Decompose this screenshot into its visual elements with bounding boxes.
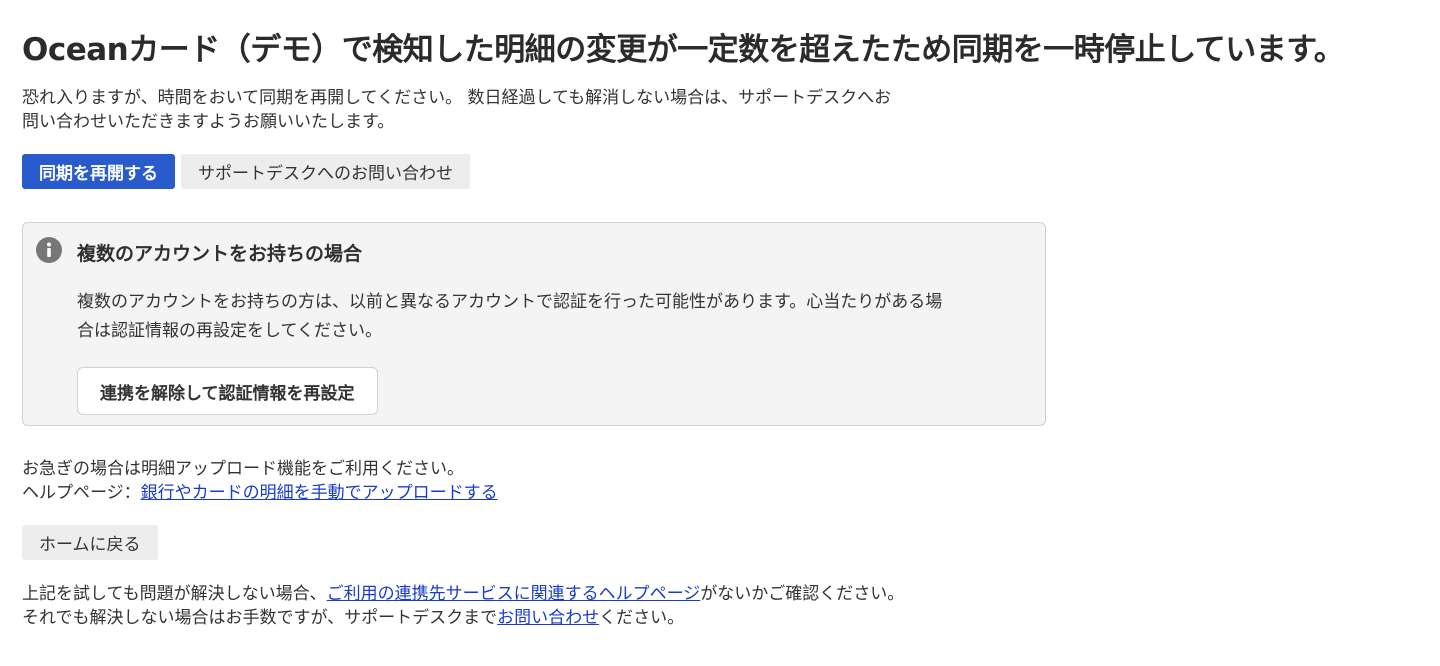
multiple-accounts-callout: 複数のアカウントをお持ちの場合 複数のアカウントをお持ちの方は、以前と異なるアカ… xyxy=(22,222,1046,426)
back-home-button[interactable]: ホームに戻る xyxy=(22,525,158,560)
info-icon xyxy=(36,237,62,263)
urgent-note-line: お急ぎの場合は明細アップロード機能をご利用ください。 xyxy=(22,459,464,479)
urgent-upload-note: お急ぎの場合は明細アップロード機能をご利用ください。 ヘルプページ：銀行やカード… xyxy=(22,457,498,505)
primary-actions: 同期を再開する サポートデスクへのお問い合わせ xyxy=(22,154,470,189)
manual-upload-help-link[interactable]: 銀行やカードの明細を手動でアップロードする xyxy=(141,483,498,503)
footer-line2-prefix: それでも解決しない場合はお手数ですが、サポートデスクまで xyxy=(22,608,498,628)
page-title: Oceanカード（デモ）で検知した明細の変更が一定数を超えたため同期を一時停止し… xyxy=(22,32,1345,68)
contact-support-button[interactable]: サポートデスクへのお問い合わせ xyxy=(181,154,470,189)
footer-line1-prefix: 上記を試しても問題が解決しない場合、 xyxy=(22,584,327,604)
footer-line1-suffix: がないかご確認ください。 xyxy=(700,584,905,604)
help-page-line: ヘルプページ：銀行やカードの明細を手動でアップロードする xyxy=(22,481,498,505)
lead-message: 恐れ入りますが、時間をおいて同期を再開してください。 数日経過しても解消しない場… xyxy=(22,86,982,134)
callout-body: 複数のアカウントをお持ちの方は、以前と異なるアカウントで認証を行った可能性があり… xyxy=(77,288,1037,346)
callout-body-line: 合は認証情報の再設定をしてください。 xyxy=(77,321,382,341)
service-help-link[interactable]: ご利用の連携先サービスに関連するヘルプページ xyxy=(327,584,701,604)
lead-message-line: 恐れ入りますが、時間をおいて同期を再開してください。 数日経過しても解消しない場… xyxy=(22,88,892,108)
footer-line: 上記を試しても問題が解決しない場合、ご利用の連携先サービスに関連するヘルプページ… xyxy=(22,582,904,606)
reset-credentials-button[interactable]: 連携を解除して認証情報を再設定 xyxy=(77,367,378,415)
lead-message-line: 問い合わせいただきますようお願いいたします。 xyxy=(22,112,395,132)
callout-body-line: 複数のアカウントをお持ちの方は、以前と異なるアカウントで認証を行った可能性があり… xyxy=(77,292,943,312)
callout-title: 複数のアカウントをお持ちの場合 xyxy=(77,243,363,265)
footer-line2-suffix: ください。 xyxy=(599,608,685,628)
footer-note: 上記を試しても問題が解決しない場合、ご利用の連携先サービスに関連するヘルプページ… xyxy=(22,582,904,630)
resume-sync-button[interactable]: 同期を再開する xyxy=(22,154,175,189)
footer-line: それでも解決しない場合はお手数ですが、サポートデスクまでお問い合わせください。 xyxy=(22,606,904,630)
help-page-prefix: ヘルプページ： xyxy=(22,483,141,503)
contact-link[interactable]: お問い合わせ xyxy=(497,608,599,628)
